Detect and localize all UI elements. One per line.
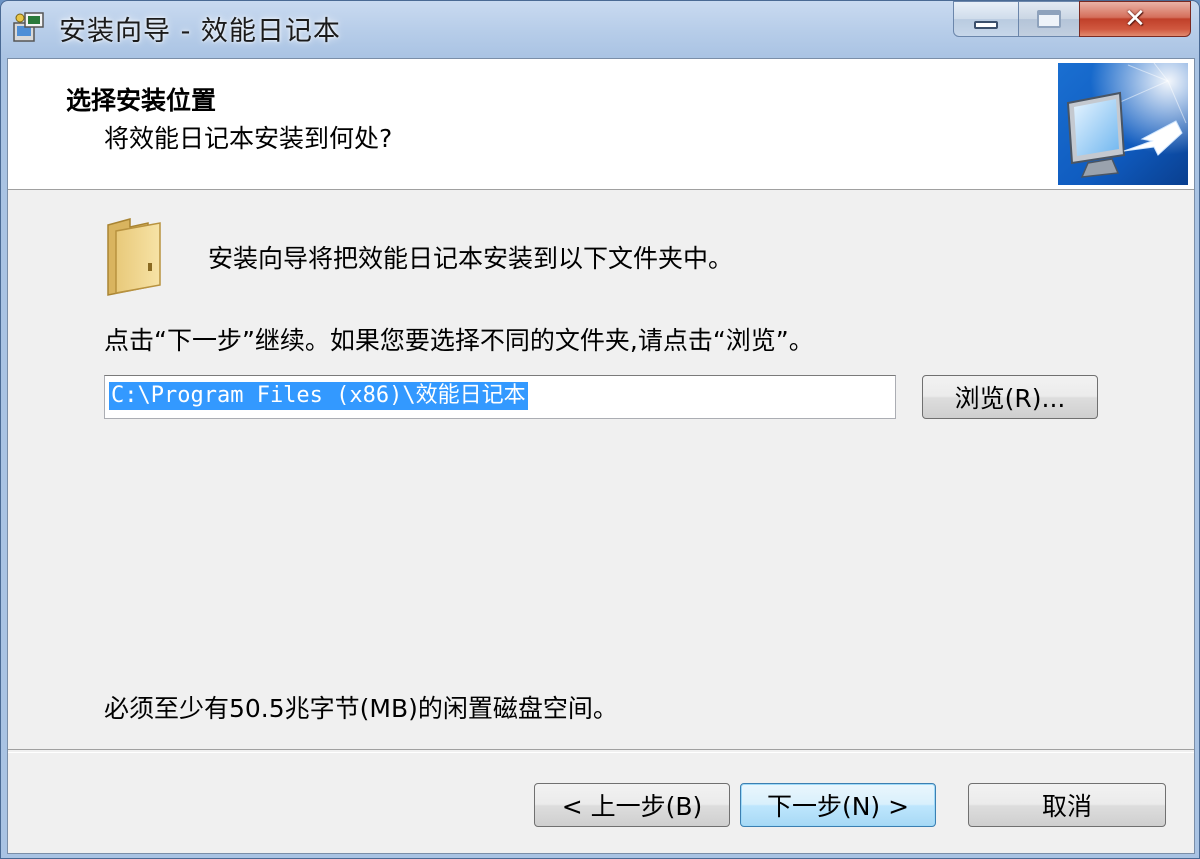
- wizard-page: 选择安装位置 将效能日记本安装到何处? 安装向导将把效能日记本安装到以下文件夹中…: [7, 58, 1195, 854]
- maximize-icon: [1037, 10, 1061, 28]
- installer-window: 安装向导 - 效能日记本 ✕ 选择安装位置 将效能日记本安装到何处? 安装向导将…: [0, 0, 1200, 859]
- disk-space-requirement: 必须至少有50.5兆字节(MB)的闲置磁盘空间。: [104, 694, 618, 723]
- maximize-button[interactable]: [1018, 1, 1080, 37]
- page-subtitle: 将效能日记本安装到何处?: [104, 124, 393, 153]
- install-path-input[interactable]: C:\Program Files (x86)\效能日记本: [104, 375, 896, 419]
- installer-app-icon: [13, 12, 44, 42]
- next-button[interactable]: 下一步(N) >: [740, 783, 936, 827]
- close-icon: ✕: [1124, 4, 1146, 34]
- instruction-text: 点击“下一步”继续。如果您要选择不同的文件夹,请点击“浏览”。: [104, 326, 814, 355]
- install-path-value: C:\Program Files (x86)\效能日记本: [109, 382, 528, 410]
- computer-install-icon: [1058, 63, 1188, 185]
- cancel-button[interactable]: 取消: [968, 783, 1166, 827]
- title-bar[interactable]: 安装向导 - 效能日记本 ✕: [1, 1, 1199, 57]
- page-title: 选择安装位置: [66, 86, 217, 115]
- intro-text: 安装向导将把效能日记本安装到以下文件夹中。: [208, 244, 734, 273]
- minimize-button[interactable]: [953, 1, 1019, 37]
- back-button[interactable]: < 上一步(B): [534, 783, 730, 827]
- browse-button[interactable]: 浏览(R)...: [922, 375, 1098, 419]
- close-button[interactable]: ✕: [1079, 1, 1191, 37]
- window-title: 安装向导 - 效能日记本: [59, 16, 341, 47]
- minimize-icon: [974, 21, 998, 29]
- wizard-header: 选择安装位置 将效能日记本安装到何处?: [8, 59, 1194, 190]
- footer-divider: [8, 749, 1194, 753]
- folder-icon: [107, 218, 161, 296]
